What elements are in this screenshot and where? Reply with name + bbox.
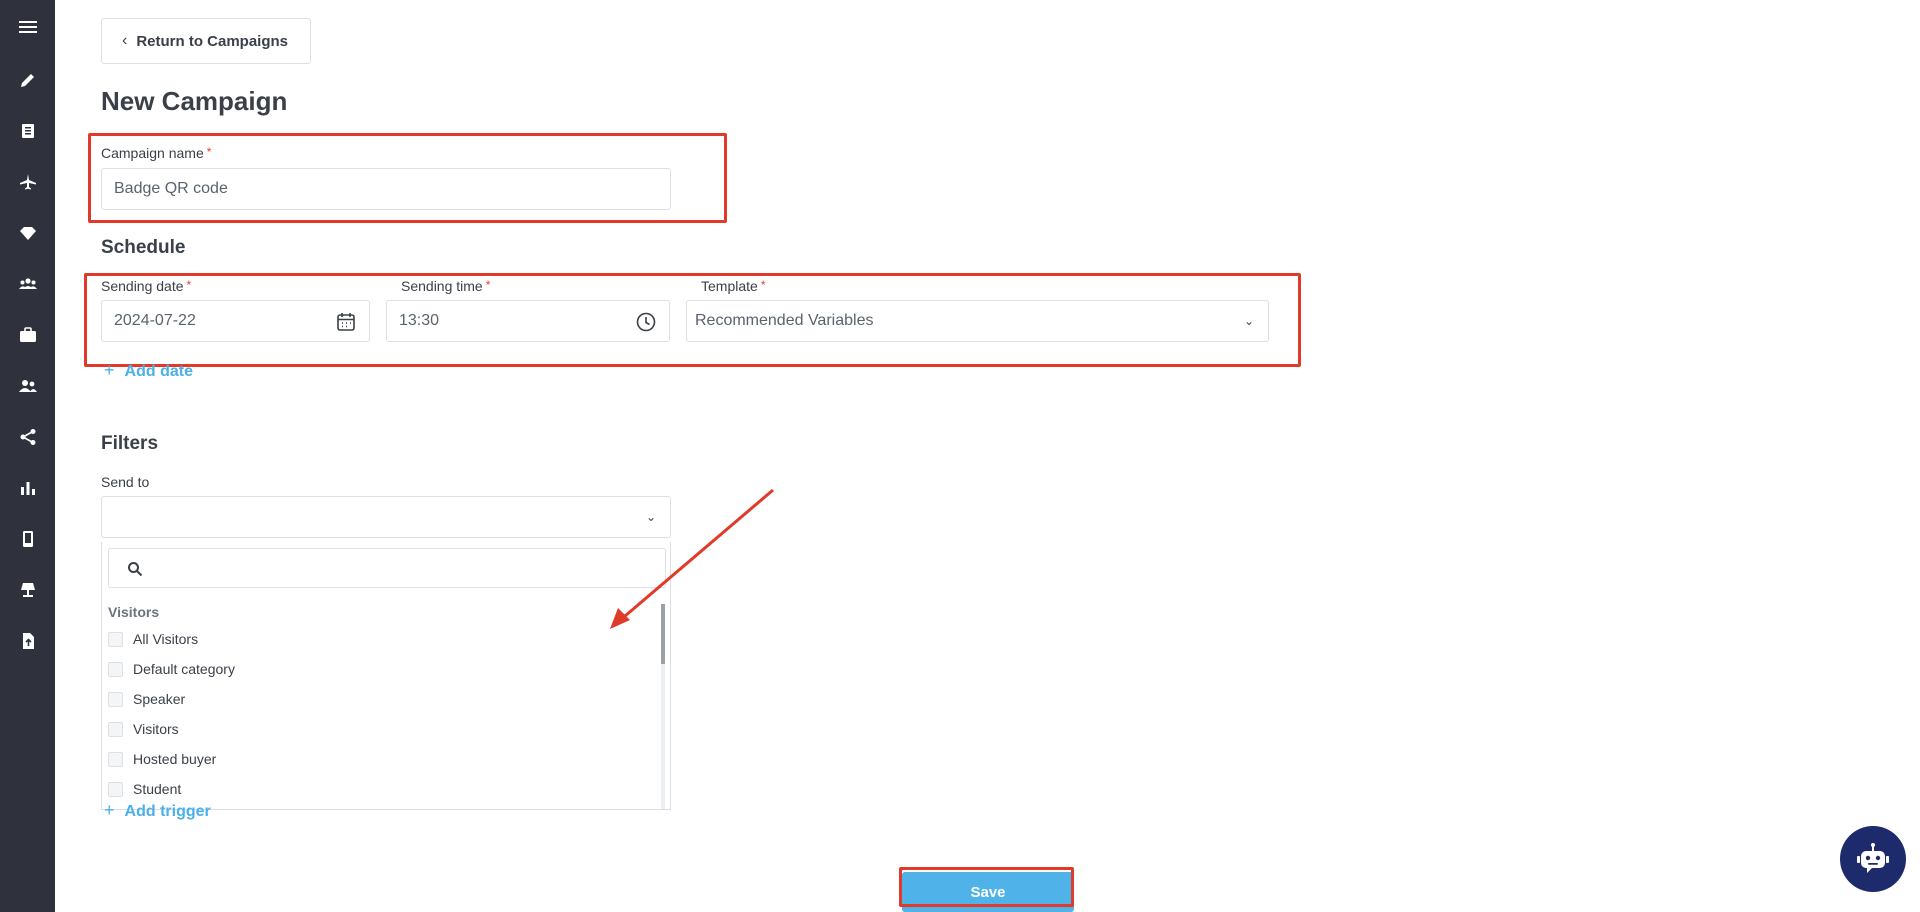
save-button[interactable]: Save — [902, 872, 1074, 912]
bar-chart-icon[interactable] — [15, 475, 41, 501]
sending-date-label-text: Sending date — [101, 278, 184, 294]
sidebar — [0, 0, 55, 912]
search-icon — [128, 562, 143, 577]
option-hosted-buyer[interactable]: Hosted buyer — [108, 748, 216, 770]
group-title-visitors: Visitors — [108, 604, 160, 620]
airplane-icon[interactable] — [15, 169, 41, 195]
filters-title: Filters — [101, 433, 159, 454]
send-to-select[interactable]: ⌄ — [101, 496, 671, 538]
campaign-name-label: Campaign name * — [101, 145, 211, 161]
option-all-visitors[interactable]: All Visitors — [108, 628, 198, 650]
option-label: Visitors — [133, 721, 179, 737]
required-mark: * — [760, 278, 766, 292]
option-visitors[interactable]: Visitors — [108, 718, 179, 740]
checkbox[interactable] — [108, 751, 123, 767]
required-mark: * — [186, 278, 192, 292]
option-speaker[interactable]: Speaker — [108, 688, 185, 710]
sending-date-field[interactable]: 2024-07-22 — [101, 300, 370, 342]
sending-time-label: Sending time * — [401, 278, 490, 294]
send-to-dropdown-panel: Visitors All Visitors Default category S… — [101, 542, 671, 810]
share-icon[interactable] — [15, 424, 41, 450]
diamond-icon[interactable] — [15, 220, 41, 246]
chevron-left-icon: ‹ — [122, 32, 128, 49]
campaign-name-label-text: Campaign name — [101, 145, 204, 161]
file-upload-icon[interactable] — [15, 628, 41, 654]
checkbox[interactable] — [108, 691, 123, 707]
checkbox[interactable] — [108, 781, 123, 797]
add-trigger-label: Add trigger — [124, 803, 211, 820]
plus-icon: + — [104, 360, 115, 380]
checkbox[interactable] — [108, 661, 123, 677]
template-select[interactable]: Recommended Variables ⌄ — [686, 300, 1269, 342]
calendar-icon[interactable] — [335, 311, 357, 333]
group-icon[interactable] — [15, 271, 41, 297]
schedule-title: Schedule — [101, 237, 186, 258]
robot-icon — [1857, 843, 1889, 873]
option-label: All Visitors — [133, 631, 199, 647]
option-default-category[interactable]: Default category — [108, 658, 235, 680]
save-label: Save — [970, 883, 1006, 901]
page-title: New Campaign — [101, 86, 288, 116]
add-date-link[interactable]: + Add date — [104, 360, 193, 381]
pencil-icon[interactable] — [15, 67, 41, 93]
campaign-name-field[interactable]: Badge QR code — [101, 168, 671, 210]
plus-icon: + — [104, 800, 115, 820]
option-label: Hosted buyer — [133, 751, 217, 767]
chevron-down-icon: ⌄ — [1243, 314, 1254, 328]
users-icon[interactable] — [15, 373, 41, 399]
briefcase-icon[interactable] — [15, 322, 41, 348]
return-to-campaigns-label: Return to Campaigns — [136, 32, 289, 50]
campaign-name-value: Badge QR code — [114, 180, 228, 197]
return-to-campaigns-button[interactable]: ‹ Return to Campaigns — [101, 18, 311, 64]
option-label: Default category — [133, 661, 235, 677]
add-trigger-link[interactable]: + Add trigger — [104, 800, 211, 821]
lamp-icon[interactable] — [15, 577, 41, 603]
option-student[interactable]: Student — [108, 778, 181, 800]
required-mark: * — [206, 145, 212, 159]
sending-time-field[interactable]: 13:30 — [386, 300, 670, 342]
add-date-label: Add date — [124, 363, 193, 380]
template-label-text: Template — [701, 278, 758, 294]
sending-date-value: 2024-07-22 — [114, 312, 196, 329]
required-mark: * — [485, 278, 491, 292]
template-value: Recommended Variables — [695, 312, 874, 329]
checkbox[interactable] — [108, 721, 123, 737]
dropdown-search-input[interactable] — [108, 548, 666, 588]
option-label: Speaker — [133, 691, 186, 707]
checkbox[interactable] — [108, 631, 123, 647]
sending-time-label-text: Sending time — [401, 278, 483, 294]
dropdown-scrollbar-thumb[interactable] — [661, 604, 665, 664]
chatbot-launcher[interactable] — [1840, 826, 1906, 892]
menu-icon[interactable] — [15, 14, 41, 40]
option-label: Student — [133, 781, 182, 797]
template-label: Template * — [701, 278, 765, 294]
document-icon[interactable] — [15, 118, 41, 144]
chevron-down-icon: ⌄ — [645, 510, 656, 524]
mobile-icon[interactable] — [15, 526, 41, 552]
clock-icon[interactable] — [635, 311, 657, 333]
send-to-label: Send to — [101, 474, 150, 490]
sending-date-label: Sending date * — [101, 278, 191, 294]
sending-time-value: 13:30 — [399, 312, 440, 329]
